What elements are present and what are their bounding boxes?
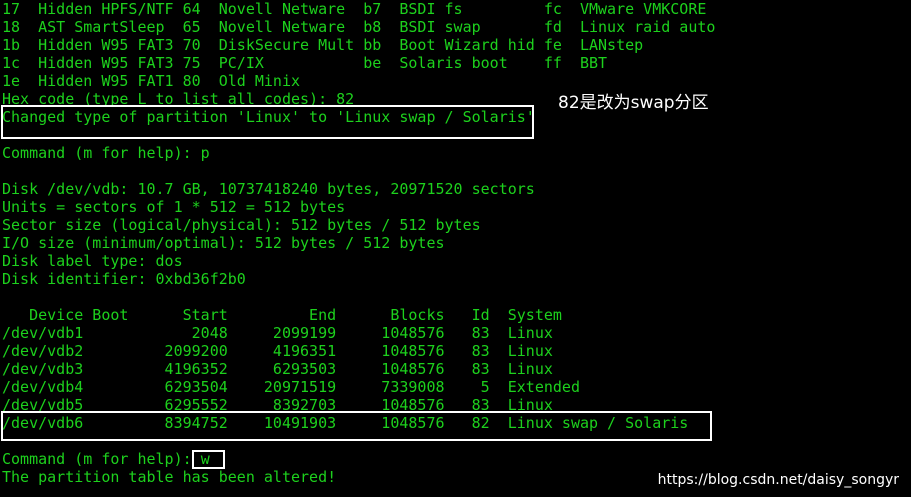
changed-type-highlight-box — [1, 105, 534, 139]
watermark-url: https://blog.csdn.net/daisy_songyr — [657, 472, 899, 488]
write-command-highlight-box — [192, 450, 225, 469]
disk-info-line: Disk identifier: 0xbd36f2b0 — [2, 270, 246, 288]
disk-info-line: Disk /dev/vdb: 10.7 GB, 10737418240 byte… — [2, 180, 535, 198]
type-list-line: 1b Hidden W95 FAT3 70 DiskSecure Mult bb… — [2, 36, 644, 54]
command-print-line: Command (m for help): p — [2, 144, 210, 162]
partition-row: /dev/vdb4 6293504 20971519 7339008 5 Ext… — [2, 378, 580, 396]
partition-altered-message: The partition table has been altered! — [2, 468, 337, 486]
vdb6-row-highlight-box — [1, 411, 712, 441]
command-write-line: Command (m for help): w — [2, 450, 210, 468]
partition-row: /dev/vdb2 2099200 4196351 1048576 83 Lin… — [2, 342, 553, 360]
type-list-line: 1c Hidden W95 FAT3 75 PC/IX be Solaris b… — [2, 54, 608, 72]
disk-info-line: Sector size (logical/physical): 512 byte… — [2, 216, 481, 234]
type-list-line: 17 Hidden HPFS/NTF 64 Novell Netware b7 … — [2, 0, 707, 18]
annotation-note: 82是改为swap分区 — [558, 93, 709, 113]
partition-table-header: Device Boot Start End Blocks Id System — [2, 306, 562, 324]
type-list-line: 1e Hidden W95 FAT1 80 Old Minix — [2, 72, 301, 90]
disk-info-line: Units = sectors of 1 * 512 = 512 bytes — [2, 198, 346, 216]
command-write-prompt: Command (m for help): — [2, 450, 201, 468]
disk-info-line: Disk label type: dos — [2, 252, 183, 270]
partition-row: /dev/vdb1 2048 2099199 1048576 83 Linux — [2, 324, 553, 342]
type-list-line: 18 AST SmartSleep 65 Novell Netware b8 B… — [2, 18, 716, 36]
disk-info-line: I/O size (minimum/optimal): 512 bytes / … — [2, 234, 445, 252]
partition-row: /dev/vdb3 4196352 6293503 1048576 83 Lin… — [2, 360, 553, 378]
